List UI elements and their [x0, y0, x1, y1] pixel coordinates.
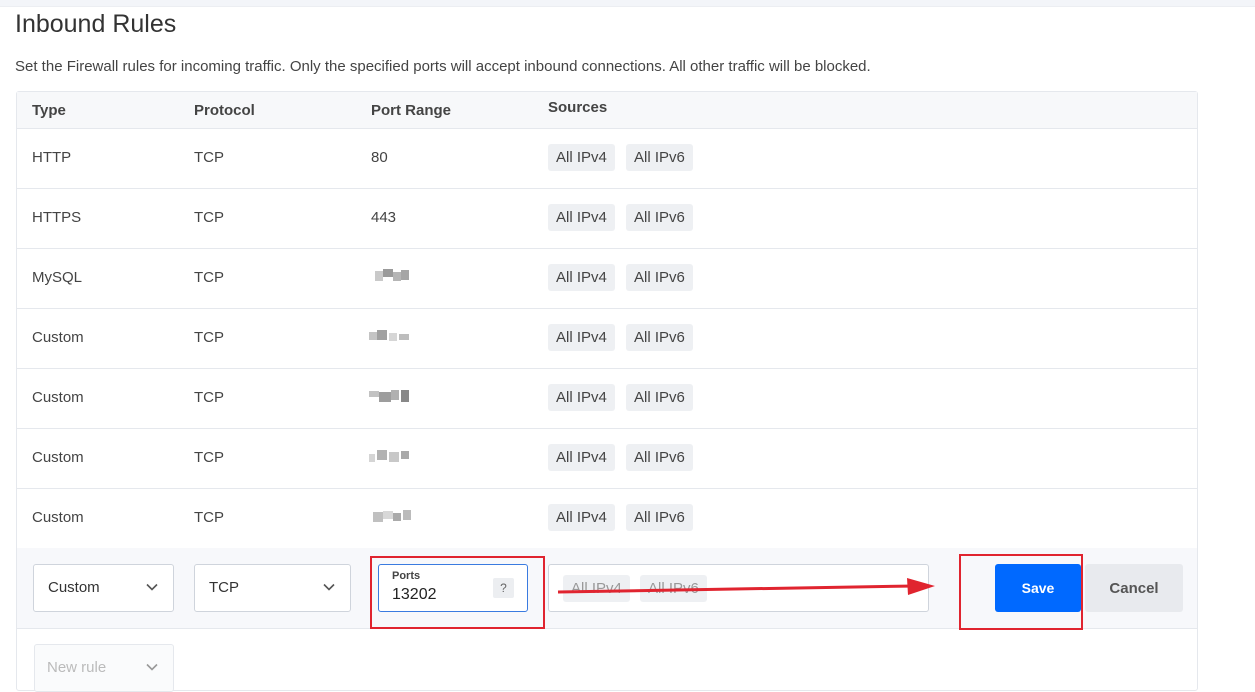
- row-protocol: TCP: [194, 329, 224, 346]
- source-tag-ipv6: All IPv6: [626, 324, 693, 351]
- redacted-port-value: [369, 508, 415, 526]
- cancel-button[interactable]: Cancel: [1085, 564, 1183, 612]
- source-tag-ipv6: All IPv6: [626, 444, 693, 471]
- type-select[interactable]: Custom: [33, 564, 174, 612]
- header-sources: Sources: [548, 99, 608, 116]
- help-icon[interactable]: ?: [493, 578, 514, 598]
- source-tag-ipv6: All IPv6: [626, 144, 693, 171]
- row-protocol: TCP: [194, 269, 224, 286]
- chevron-down-icon: [146, 583, 158, 591]
- source-tag-ipv4: All IPv4: [548, 444, 615, 471]
- chevron-down-icon: [146, 663, 158, 671]
- header-protocol: Protocol: [194, 102, 255, 119]
- sources-input[interactable]: All IPv4 All IPv6: [548, 564, 929, 612]
- table-row: Custom TCP All IPv4 All IPv6: [17, 488, 1197, 549]
- new-rule-edit-row: Custom TCP Ports 13202 ? All IPv4 All IP…: [17, 548, 1197, 629]
- header-type: Type: [32, 102, 66, 119]
- redacted-port-value: [369, 388, 415, 406]
- row-protocol: TCP: [194, 389, 224, 406]
- source-tag-ipv4: All IPv4: [548, 384, 615, 411]
- row-type: Custom: [32, 449, 84, 466]
- source-tag-ipv6[interactable]: All IPv6: [640, 575, 707, 602]
- row-type: MySQL: [32, 269, 83, 286]
- ports-input[interactable]: Ports 13202 ?: [378, 564, 528, 612]
- row-type: Custom: [32, 509, 84, 526]
- row-port: 80: [371, 149, 388, 166]
- table-row: MySQL TCP All IPv4 All IPv6: [17, 248, 1197, 309]
- row-port: 443: [371, 209, 397, 226]
- protocol-select[interactable]: TCP: [194, 564, 351, 612]
- inbound-rules-table: Type Protocol Port Range Sources HTTP TC…: [16, 91, 1198, 692]
- source-tag-ipv6: All IPv6: [626, 384, 693, 411]
- row-type: HTTP: [32, 149, 72, 166]
- row-protocol: TCP: [194, 149, 224, 166]
- header-port-range: Port Range: [371, 102, 452, 119]
- table-row: Custom TCP All IPv4 All IPv6: [17, 308, 1197, 369]
- save-button[interactable]: Save: [995, 564, 1081, 612]
- table-row: HTTP TCP 80 All IPv4 All IPv6: [17, 128, 1197, 189]
- row-type: Custom: [32, 329, 84, 346]
- row-protocol: TCP: [194, 209, 224, 226]
- ports-label: Ports: [392, 570, 421, 582]
- source-tag-ipv4: All IPv4: [548, 144, 615, 171]
- row-protocol: TCP: [194, 509, 224, 526]
- type-select-value: Custom: [48, 579, 100, 596]
- new-rule-select[interactable]: New rule: [34, 644, 174, 692]
- source-tag-ipv6: All IPv6: [626, 264, 693, 291]
- table-row: Custom TCP All IPv4 All IPv6: [17, 368, 1197, 429]
- source-tag-ipv4: All IPv4: [548, 504, 615, 531]
- redacted-port-value: [369, 268, 415, 286]
- redacted-port-value: [369, 448, 415, 466]
- row-type: HTTPS: [32, 209, 82, 226]
- redacted-port-value: [369, 328, 415, 346]
- source-tag-ipv6: All IPv6: [626, 204, 693, 231]
- source-tag-ipv4: All IPv4: [548, 324, 615, 351]
- new-rule-label: New rule: [47, 659, 107, 676]
- source-tag-ipv6: All IPv6: [626, 504, 693, 531]
- source-tag-ipv4: All IPv4: [548, 204, 615, 231]
- ports-value[interactable]: 13202: [392, 586, 437, 604]
- row-protocol: TCP: [194, 449, 224, 466]
- page-title: Inbound Rules: [15, 10, 177, 38]
- chevron-down-icon: [323, 583, 335, 591]
- source-tag-ipv4[interactable]: All IPv4: [563, 575, 630, 602]
- table-row: HTTPS TCP 443 All IPv4 All IPv6: [17, 188, 1197, 249]
- protocol-select-value: TCP: [209, 579, 239, 596]
- source-tag-ipv4: All IPv4: [548, 264, 615, 291]
- table-row: Custom TCP All IPv4 All IPv6: [17, 428, 1197, 489]
- page-description: Set the Firewall rules for incoming traf…: [15, 58, 871, 75]
- table-header: Type Protocol Port Range Sources: [17, 92, 1197, 129]
- row-type: Custom: [32, 389, 84, 406]
- top-divider: [0, 0, 1255, 7]
